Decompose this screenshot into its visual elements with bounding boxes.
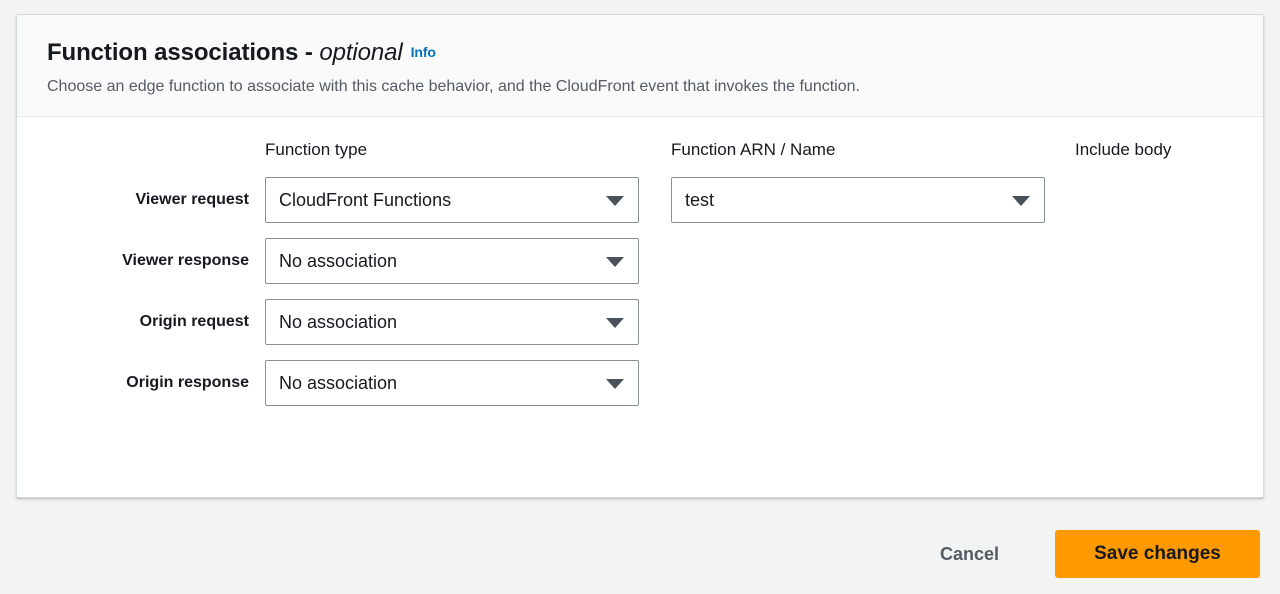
chevron-down-icon <box>606 196 624 206</box>
row-spacer <box>265 223 639 238</box>
grid-gutter <box>1045 150 1075 166</box>
cell-function-type-viewer-response: No association <box>265 238 639 284</box>
select-value: No association <box>279 361 594 405</box>
function-associations-grid: Function type Function ARN / Name Includ… <box>47 139 1233 406</box>
page-title-optional: optional <box>319 39 402 66</box>
function-associations-panel: Function associations - optional Info Cho… <box>16 14 1264 498</box>
chevron-down-icon <box>606 379 624 389</box>
row-label-viewer-request: Viewer request <box>47 191 249 209</box>
row-spacer <box>47 223 249 238</box>
chevron-down-icon <box>1012 196 1030 206</box>
row-spacer <box>1075 284 1233 299</box>
select-value: test <box>685 178 1000 222</box>
row-spacer <box>47 284 249 299</box>
column-header-row-label <box>47 150 249 166</box>
save-changes-button[interactable]: Save changes <box>1055 530 1260 578</box>
row-spacer <box>249 223 265 238</box>
panel-body: Function type Function ARN / Name Includ… <box>17 117 1263 406</box>
row-spacer <box>639 345 671 360</box>
row-spacer <box>1075 223 1233 238</box>
row-spacer <box>265 345 639 360</box>
cancel-button[interactable]: Cancel <box>914 531 1025 577</box>
chevron-down-icon <box>606 318 624 328</box>
form-footer: Cancel Save changes <box>0 512 1280 594</box>
row-spacer <box>671 284 1045 299</box>
column-header-function-arn: Function ARN / Name <box>671 139 1045 177</box>
page-title: Function associations - optional Info <box>47 37 1233 68</box>
select-value: No association <box>279 239 594 283</box>
cell-function-type-viewer-request: CloudFront Functions <box>265 177 639 223</box>
row-spacer <box>1045 223 1075 238</box>
column-header-include-body: Include body <box>1075 139 1233 177</box>
row-spacer <box>1075 345 1233 360</box>
select-function-type-origin-request[interactable]: No association <box>265 299 639 345</box>
panel-description: Choose an edge function to associate wit… <box>47 76 1233 98</box>
cell-function-type-origin-response: No association <box>265 360 639 406</box>
row-spacer <box>671 223 1045 238</box>
page-title-main: Function associations <box>47 39 298 66</box>
row-spacer <box>1045 345 1075 360</box>
info-link[interactable]: Info <box>411 44 436 60</box>
row-spacer <box>47 345 249 360</box>
row-spacer <box>249 345 265 360</box>
footer-actions: Cancel Save changes <box>914 530 1260 578</box>
grid-gutter <box>639 150 671 166</box>
page-root: Function associations - optional Info Cho… <box>0 0 1280 594</box>
chevron-down-icon <box>606 257 624 267</box>
cell-function-arn-viewer-request: test <box>671 177 1045 223</box>
column-header-function-type: Function type <box>265 139 639 177</box>
select-value: CloudFront Functions <box>279 178 594 222</box>
row-spacer <box>671 345 1045 360</box>
select-function-type-viewer-response[interactable]: No association <box>265 238 639 284</box>
row-spacer <box>249 284 265 299</box>
select-function-type-viewer-request[interactable]: CloudFront Functions <box>265 177 639 223</box>
row-spacer <box>639 284 671 299</box>
select-value: No association <box>279 300 594 344</box>
row-spacer <box>265 284 639 299</box>
row-spacer <box>639 223 671 238</box>
row-label-viewer-response: Viewer response <box>47 252 249 270</box>
row-label-origin-response: Origin response <box>47 374 249 392</box>
panel-header: Function associations - optional Info Cho… <box>17 15 1263 117</box>
select-function-arn-viewer-request[interactable]: test <box>671 177 1045 223</box>
page-title-dash: - <box>305 39 313 66</box>
row-spacer <box>1045 284 1075 299</box>
select-function-type-origin-response[interactable]: No association <box>265 360 639 406</box>
cell-function-type-origin-request: No association <box>265 299 639 345</box>
row-label-origin-request: Origin request <box>47 313 249 331</box>
grid-gutter <box>249 150 265 166</box>
